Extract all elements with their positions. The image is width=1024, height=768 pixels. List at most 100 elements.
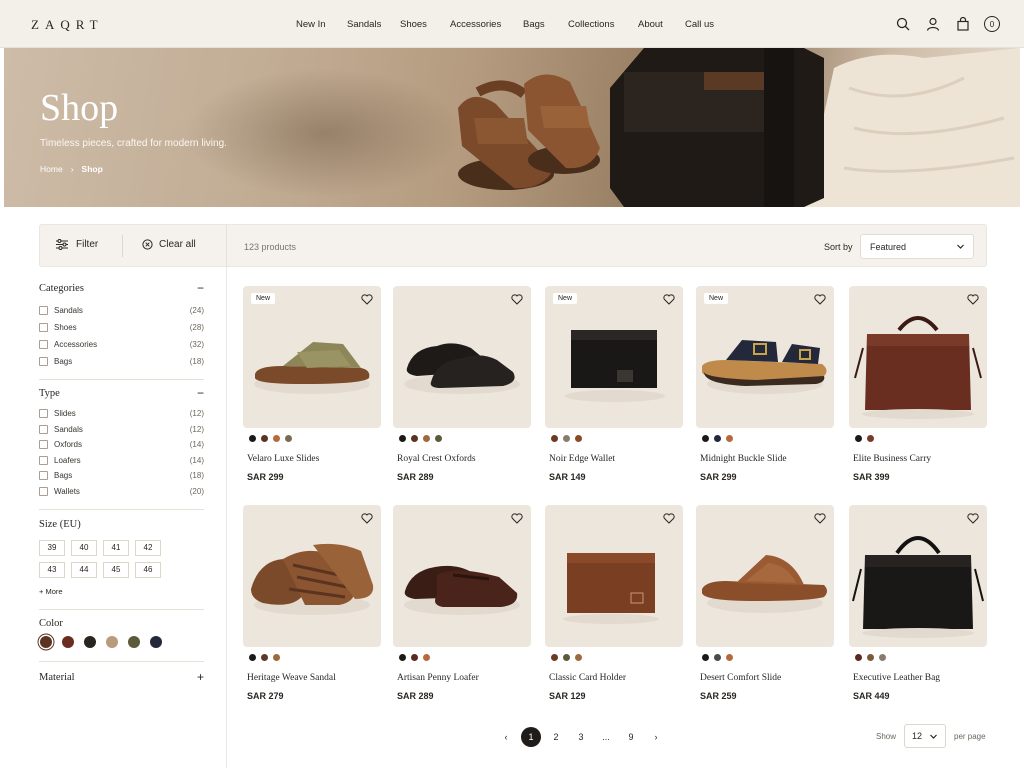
color-swatch[interactable] (128, 636, 140, 648)
clear-all-button[interactable]: Clear all (142, 239, 196, 250)
categories-option[interactable]: Accessories (32) (39, 339, 204, 351)
color-dot[interactable] (563, 654, 570, 661)
checkbox[interactable] (39, 440, 48, 450)
color-dot[interactable] (411, 435, 418, 442)
search-icon[interactable] (894, 15, 912, 33)
nav-item-bags[interactable]: Bags (523, 19, 545, 30)
color-swatch[interactable] (106, 636, 118, 648)
heart-icon[interactable] (967, 294, 979, 305)
size-option[interactable]: 41 (103, 540, 129, 556)
product-name[interactable]: Velaro Luxe Slides (247, 454, 319, 464)
product-name[interactable]: Royal Crest Oxfords (397, 454, 476, 464)
product-image[interactable] (243, 505, 381, 647)
size-option[interactable]: 43 (39, 562, 65, 578)
page-number[interactable]: 3 (571, 727, 591, 747)
color-swatch[interactable] (40, 636, 52, 648)
color-dot[interactable] (563, 435, 570, 442)
material-heading[interactable]: Material + (39, 670, 204, 684)
types-option[interactable]: Loafers (14) (39, 455, 204, 467)
product-name[interactable]: Elite Business Carry (853, 454, 931, 464)
color-dot[interactable] (411, 654, 418, 661)
size-option[interactable]: 40 (71, 540, 97, 556)
nav-item-new-in[interactable]: New In (296, 19, 326, 30)
size-option[interactable]: 46 (135, 562, 161, 578)
product-image[interactable] (545, 505, 683, 647)
page-number[interactable]: 2 (546, 727, 566, 747)
type-heading[interactable]: Type − (39, 386, 204, 400)
heart-icon[interactable] (967, 513, 979, 524)
color-dot[interactable] (285, 435, 292, 442)
nav-item-call-us[interactable]: Call us (685, 19, 714, 30)
product-name[interactable]: Noir Edge Wallet (549, 454, 615, 464)
nav-item-accessories[interactable]: Accessories (450, 19, 501, 30)
breadcrumb-home[interactable]: Home (40, 164, 63, 174)
heart-icon[interactable] (663, 513, 675, 524)
product-image[interactable]: New (545, 286, 683, 428)
color-dot[interactable] (867, 435, 874, 442)
shopping-bag-icon[interactable] (954, 15, 972, 33)
types-option[interactable]: Oxfords (14) (39, 439, 204, 451)
color-dot[interactable] (399, 435, 406, 442)
collapse-icon[interactable]: − (197, 386, 204, 400)
color-dot[interactable] (273, 435, 280, 442)
types-option[interactable]: Slides (12) (39, 408, 204, 420)
color-dot[interactable] (435, 435, 442, 442)
previous-page-button[interactable]: ‹ (496, 727, 516, 747)
heart-icon[interactable] (511, 294, 523, 305)
size-option[interactable]: 39 (39, 540, 65, 556)
categories-heading[interactable]: Categories − (39, 281, 204, 295)
brand-logo[interactable]: ZAQRT (31, 17, 104, 33)
heart-icon[interactable] (361, 294, 373, 305)
product-image[interactable] (393, 505, 531, 647)
product-image[interactable] (849, 286, 987, 428)
product-name[interactable]: Artisan Penny Loafer (397, 673, 479, 683)
size-option[interactable]: 44 (71, 562, 97, 578)
checkbox[interactable] (39, 471, 48, 481)
checkbox[interactable] (39, 409, 48, 418)
size-option[interactable]: 45 (103, 562, 129, 578)
product-image[interactable]: New (243, 286, 381, 428)
color-dot[interactable] (261, 435, 268, 442)
checkbox[interactable] (39, 455, 48, 465)
color-dot[interactable] (551, 654, 558, 661)
color-dot[interactable] (879, 654, 886, 661)
product-image[interactable] (393, 286, 531, 428)
color-dot[interactable] (273, 654, 280, 661)
heart-icon[interactable] (814, 294, 826, 305)
color-dot[interactable] (423, 654, 430, 661)
product-name[interactable]: Midnight Buckle Slide (700, 454, 787, 464)
product-image[interactable]: New (696, 286, 834, 428)
expand-icon[interactable]: + (197, 670, 204, 684)
product-name[interactable]: Heritage Weave Sandal (247, 673, 336, 683)
color-dot[interactable] (714, 435, 721, 442)
page-number[interactable]: 1 (521, 727, 541, 747)
sort-select[interactable]: Featured (860, 234, 974, 259)
product-name[interactable]: Classic Card Holder (549, 673, 626, 683)
color-dot[interactable] (702, 435, 709, 442)
collapse-icon[interactable]: − (197, 281, 204, 295)
categories-option[interactable]: Shoes (28) (39, 322, 204, 334)
color-dot[interactable] (399, 654, 406, 661)
color-dot[interactable] (575, 435, 582, 442)
color-dot[interactable] (726, 435, 733, 442)
product-image[interactable] (696, 505, 834, 647)
checkbox[interactable] (39, 424, 48, 434)
more-sizes-link[interactable]: + More (39, 587, 63, 596)
nav-item-collections[interactable]: Collections (568, 19, 614, 30)
color-swatch[interactable] (62, 636, 74, 648)
heart-icon[interactable] (663, 294, 675, 305)
heart-icon[interactable] (361, 513, 373, 524)
color-dot[interactable] (551, 435, 558, 442)
color-dot[interactable] (855, 654, 862, 661)
types-option[interactable]: Bags (18) (39, 470, 204, 482)
next-page-button[interactable]: › (646, 727, 666, 747)
product-name[interactable]: Executive Leather Bag (853, 673, 940, 683)
color-dot[interactable] (423, 435, 430, 442)
types-option[interactable]: Sandals (12) (39, 424, 204, 436)
color-dot[interactable] (726, 654, 733, 661)
filter-button[interactable]: Filter (56, 239, 98, 250)
color-dot[interactable] (855, 435, 862, 442)
categories-option[interactable]: Bags (18) (39, 356, 204, 368)
color-dot[interactable] (261, 654, 268, 661)
nav-item-sandals[interactable]: Sandals (347, 19, 381, 30)
